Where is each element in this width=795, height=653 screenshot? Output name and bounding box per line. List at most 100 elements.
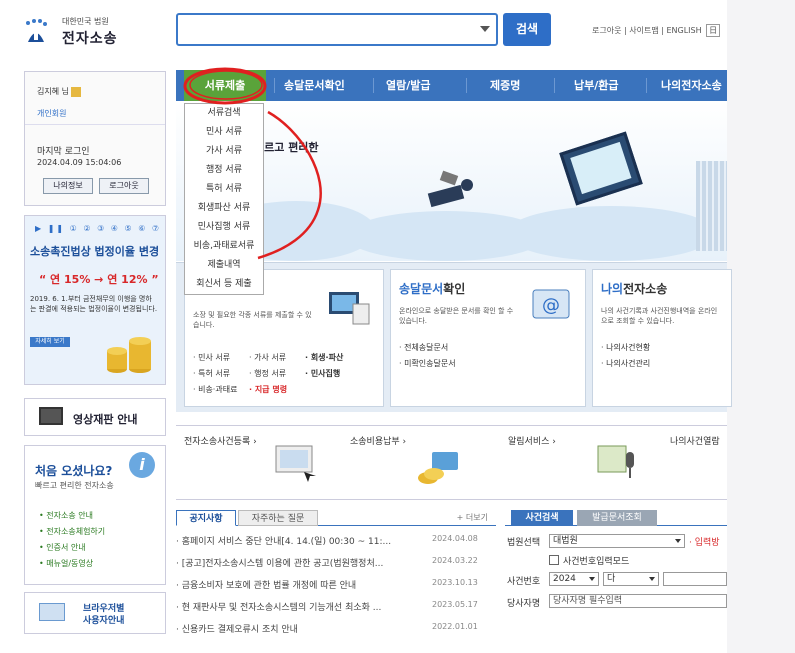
menu-item[interactable]: 회신서 등 제출 bbox=[185, 275, 263, 294]
list-item[interactable]: · [공고]전자소송시스템 이용에 관한 공고(법원행정처... 2024.03.… bbox=[176, 554, 496, 576]
cloud-shape bbox=[506, 206, 716, 261]
court-logo[interactable]: 대한민국 법원 전자소송 bbox=[22, 14, 132, 50]
banner-pager[interactable]: ▶ ❚❚ ① ② ③ ④ ⑤ ⑥ ⑦ bbox=[35, 224, 161, 233]
last-login-label: 마지막 로그인 bbox=[37, 147, 90, 157]
link-family[interactable]: · 가사 서류 bbox=[249, 350, 305, 366]
mail-at-icon: @ bbox=[532, 289, 570, 319]
guide-link[interactable]: 매뉴얼/동영상 bbox=[39, 556, 105, 572]
right-blank-pane bbox=[727, 0, 795, 653]
guide-subtitle: 빠르고 편리한 전자소송 bbox=[35, 481, 114, 490]
link-admin[interactable]: · 행정 서류 bbox=[249, 366, 305, 382]
tab-issued-docs[interactable]: 발급문서조회 bbox=[577, 510, 657, 526]
guide-link[interactable]: 인증서 안내 bbox=[39, 540, 105, 556]
link-civil[interactable]: · 민사 서류 bbox=[193, 350, 249, 366]
notice-more-link[interactable]: + 더보기 bbox=[457, 512, 488, 523]
card-delivery-check[interactable]: 송달문서확인 온라인으로 송달받은 문서를 확인 할 수 있습니다. @ · 전… bbox=[390, 269, 586, 407]
card-description: 소장 및 필요한 각종 서류를 제출할 수 있습니다. bbox=[193, 311, 312, 329]
menu-item[interactable]: 민사 서류 bbox=[185, 123, 263, 142]
guide-link[interactable]: 전자소송 안내 bbox=[39, 508, 105, 524]
quick-services: 전자소송사건등록 › 소송비용납부 › 알림서비스 › 나의사건열람 bbox=[176, 425, 727, 500]
case-kind-select[interactable]: 다 bbox=[603, 572, 659, 586]
party-name-label: 당사자명 bbox=[507, 599, 541, 609]
menu-item[interactable]: 서류검색 bbox=[185, 104, 263, 123]
promo-banner[interactable]: ▶ ❚❚ ① ② ③ ④ ⑤ ⑥ ⑦ 소송촉진법상 법정이율 변경 “ 연 15… bbox=[24, 215, 166, 385]
link-all-delivery[interactable]: · 전체송달문서 bbox=[399, 340, 519, 356]
nav-view-issue[interactable]: 열람/발급 bbox=[386, 70, 431, 101]
logo-title: 전자소송 bbox=[62, 31, 118, 47]
search-input[interactable] bbox=[176, 13, 498, 46]
user-name: 김지혜 님 bbox=[37, 87, 69, 96]
menu-item[interactable]: 비송,과태료서류 bbox=[185, 237, 263, 256]
quick-case-register[interactable]: 전자소송사건등록 › bbox=[184, 434, 257, 447]
english-link[interactable]: ENGLISH bbox=[666, 26, 701, 35]
sitemap-link[interactable]: 사이트맵 bbox=[629, 26, 658, 35]
quick-fee-payment[interactable]: 소송비용납부 › bbox=[350, 434, 406, 447]
link-execution[interactable]: · 민사집행 bbox=[305, 366, 361, 382]
nav-document-submit[interactable]: 서류제출 bbox=[184, 70, 266, 101]
login-box: 김지혜 님 개인회원 마지막 로그인 2024.04.09 15:04:06 나… bbox=[24, 71, 166, 206]
link-payment-order[interactable]: · 지급 명령 bbox=[249, 382, 305, 398]
menu-item[interactable]: 민사집행 서류 bbox=[185, 218, 263, 237]
notice-list: · 홈페이지 서비스 중단 안내[4. 14.(일) 00:30 ~ 11:..… bbox=[176, 532, 496, 642]
menu-item[interactable]: 행정 서류 bbox=[185, 161, 263, 180]
guide-link[interactable]: 전자소송체험하기 bbox=[39, 524, 105, 540]
link-bankruptcy[interactable]: · 회생·파산 bbox=[305, 350, 361, 366]
search-button[interactable]: 검색 bbox=[503, 13, 551, 46]
list-item[interactable]: · 신용카드 결제오류시 조치 안내 2022.01.01 bbox=[176, 620, 496, 642]
quick-my-case-view[interactable]: 나의사건열람 bbox=[670, 434, 720, 447]
menu-item[interactable]: 특허 서류 bbox=[185, 180, 263, 199]
language-link[interactable]: 日 bbox=[706, 24, 721, 37]
court-select[interactable]: 대법원 bbox=[549, 534, 685, 548]
my-info-button[interactable]: 나의정보 bbox=[43, 178, 93, 194]
card-my-lawsuit[interactable]: 나의전자소송 나의 사건기록과 사건진행내역을 온라인으로 조회할 수 있습니다… bbox=[592, 269, 732, 407]
promo-title: 소송촉진법상 법정이율 변경 bbox=[30, 245, 160, 258]
link-patent[interactable]: · 특허 서류 bbox=[193, 366, 249, 382]
tab-faq[interactable]: 자주하는 질문 bbox=[238, 510, 318, 526]
nav-delivery-check[interactable]: 송달문서확인 bbox=[284, 70, 345, 101]
tab-case-search[interactable]: 사건검색 bbox=[511, 510, 573, 526]
list-item[interactable]: · 금융소비자 보호에 관한 법률 개정에 따른 안내 2023.10.13 bbox=[176, 576, 496, 598]
menu-item[interactable]: 가사 서류 bbox=[185, 142, 263, 161]
case-number-input[interactable] bbox=[663, 572, 727, 586]
link-unread-delivery[interactable]: · 미확인송달문서 bbox=[399, 356, 519, 372]
link-my-case-status[interactable]: · 나의사건현황 bbox=[601, 340, 721, 356]
quick-notification[interactable]: 알림서비스 › bbox=[508, 434, 556, 447]
guide-title: 처음 오셨나요? bbox=[35, 464, 113, 478]
case-search-tabs: 사건검색 발급문서조회 bbox=[505, 510, 727, 526]
logo-subtitle: 대한민국 법원 bbox=[62, 17, 109, 26]
main-nav: 서류제출 송달문서확인 열람/발급 제증명 납부/환급 나의전자소송 bbox=[176, 70, 727, 101]
link-my-case-manage[interactable]: · 나의사건관리 bbox=[601, 356, 721, 372]
case-number-label: 사건번호 bbox=[507, 577, 541, 587]
year-select[interactable]: 2024 bbox=[549, 572, 599, 586]
nav-certificate[interactable]: 제증명 bbox=[490, 70, 520, 101]
manual-mode-checkbox[interactable] bbox=[549, 555, 559, 565]
case-search-form: 법원선택 대법원 · 입력방 사건번호입력모드 사건번호 2024 다 당사자명… bbox=[505, 532, 727, 632]
video-trial-guide[interactable]: 영상재판 안내 bbox=[24, 398, 166, 436]
laptop-illustration bbox=[559, 131, 643, 206]
list-item[interactable]: · 홈페이지 서비스 중단 안내[4. 14.(일) 00:30 ~ 11:..… bbox=[176, 532, 496, 554]
tab-notices[interactable]: 공지사항 bbox=[176, 510, 236, 526]
calendar-mic-icon bbox=[597, 445, 634, 478]
promo-rate: “ 연 15% → 연 12% ” bbox=[39, 273, 159, 286]
last-login-time: 2024.04.09 15:04:06 bbox=[37, 158, 122, 167]
menu-item[interactable]: 회생파산 서류 bbox=[185, 199, 263, 218]
card-title: 나의전자소송 bbox=[601, 282, 668, 296]
list-item[interactable]: · 현 재판사무 및 전자소송시스템의 기능개선 최소화 ... 2023.05.… bbox=[176, 598, 496, 620]
nav-divider bbox=[274, 78, 275, 93]
logout-button[interactable]: 로그아웃 bbox=[99, 178, 149, 194]
chevron-down-icon[interactable] bbox=[480, 26, 490, 32]
browser-guide-line2: 사용자안내 bbox=[83, 616, 125, 626]
logout-link[interactable]: 로그아웃 bbox=[592, 26, 621, 35]
nav-divider bbox=[554, 78, 555, 93]
promo-more-button[interactable]: 자세히 보기 bbox=[30, 337, 70, 347]
menu-item[interactable]: 제출내역 bbox=[185, 256, 263, 275]
link-nonlitigation[interactable]: · 비송·과태료 bbox=[193, 382, 249, 398]
nav-payment[interactable]: 납부/환급 bbox=[574, 70, 619, 101]
nav-divider bbox=[466, 78, 467, 93]
user-badge-icon bbox=[70, 86, 81, 97]
party-name-input[interactable]: 당사자명 필수입력 bbox=[549, 594, 727, 608]
browser-guide[interactable]: 브라우저별 사용자안내 bbox=[24, 592, 166, 634]
nav-my-lawsuit[interactable]: 나의전자소송 bbox=[661, 70, 722, 101]
promo-description: 2019. 6. 1.부터 금전채무의 이행을 명하는 판결에 적용되는 법정이… bbox=[30, 295, 158, 313]
top-links: 로그아웃 | 사이트맵 | ENGLISH 日 bbox=[592, 24, 721, 37]
